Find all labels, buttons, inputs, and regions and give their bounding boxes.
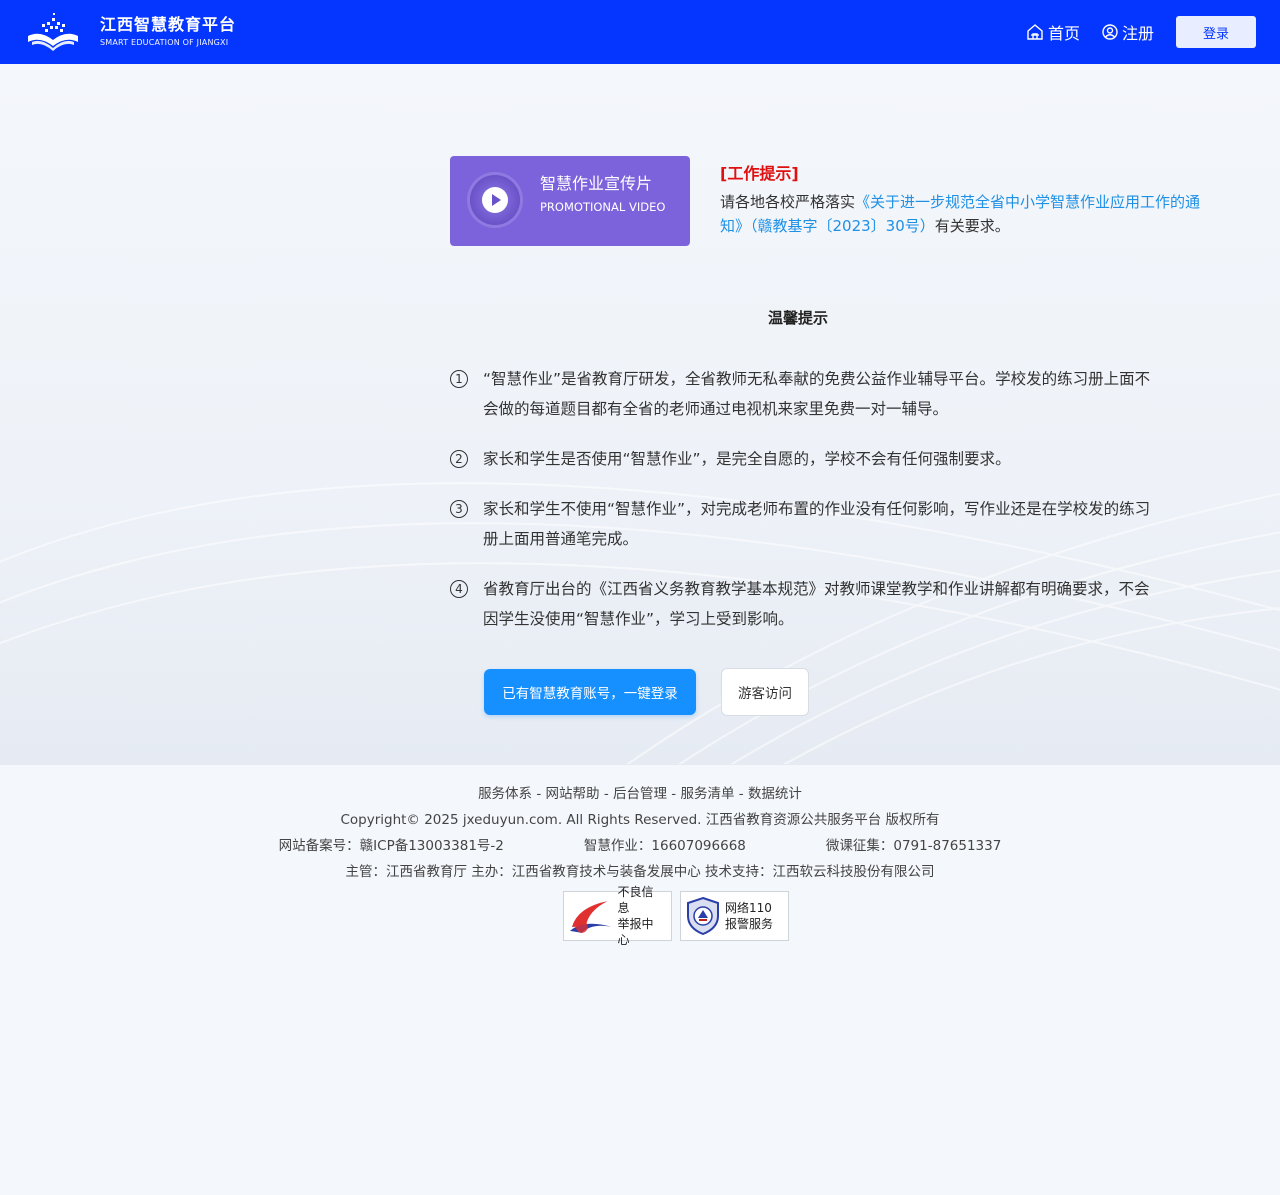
tips-heading: 温馨提示 [706,307,891,328]
badges: 不良信息 举报中心 网络110 报警服务 [563,885,797,947]
badge2-line1: 网络110 [725,901,772,915]
top-navbar: 江西智慧教育平台 SMART EDUCATION OF JIANGXI 首页 注… [0,0,1280,64]
tip-text: 省教育厅出台的《江西省义务教育教学基本规范》对教师课堂教学和作业讲解都有明确要求… [483,580,1150,628]
notice-prefix: 请各地各校严格落实 [720,193,856,211]
icp-number[interactable]: 网站备案号：赣ICP备13003381号-2 [279,834,504,854]
nav-register-label: 注册 [1121,24,1154,43]
tip-text: 家长和学生是否使用“智慧作业”，是完全自愿的，学校不会有任何强制要求。 [483,450,1011,468]
main-content: 智慧作业宣传片 PROMOTIONAL VIDEO [工作提示] 请各地各校严格… [0,64,1280,764]
footer-link-service-system[interactable]: 服务体系 [478,786,532,802]
nav-home-label: 首页 [1047,24,1080,43]
promo-video-card[interactable]: 智慧作业宣传片 PROMOTIONAL VIDEO [450,156,690,246]
open-book-logo-icon [28,13,78,51]
footer: 服务体系 - 网站帮助 - 后台管理 - 服务清单 - 数据统计 Copyrig… [0,764,1280,1195]
circled-number: 1 [450,370,468,388]
homework-phone: 智慧作业：16607096668 [583,838,746,854]
tips-heading-label: 温馨提示 [768,309,829,327]
police-shield-icon [687,896,719,936]
footer-link-separator: - [599,786,613,802]
footer-link-help[interactable]: 网站帮助 [546,786,600,802]
copyright: Copyright© 2025 jxeduyun.com. All Rights… [340,812,940,828]
user-icon [1102,24,1118,40]
home-icon [1027,24,1043,40]
police-110-badge[interactable]: 网络110 报警服务 [680,891,789,941]
logo[interactable]: 江西智慧教育平台 SMART EDUCATION OF JIANGXI [26,12,236,52]
circled-number: 4 [450,580,468,598]
nav-register[interactable]: 注册 [1102,20,1154,44]
guest-visit-button[interactable]: 游客访问 [721,668,809,716]
badge1-line2: 举报中心 [617,917,654,947]
badge2-line2: 报警服务 [725,917,774,931]
login-button[interactable]: 登录 [1176,16,1256,48]
list-item: 4 省教育厅出台的《江西省义务教育教学基本规范》对教师课堂教学和作业讲解都有明确… [450,574,1160,634]
bad-info-report-badge[interactable]: 不良信息 举报中心 [563,885,672,947]
tip-text: 家长和学生不使用“智慧作业”，对完成老师布置的作业没有任何影响，写作业还是在学校… [483,500,1151,548]
footer-link-separator: - [667,786,681,802]
list-item: 2 家长和学生是否使用“智慧作业”，是完全自愿的，学校不会有任何强制要求。 [450,444,1160,474]
dashes-left-icon [706,311,758,326]
one-click-login-button[interactable]: 已有智慧教育账号，一键登录 [484,669,696,715]
footer-contact-row: 网站备案号：赣ICP备13003381号-2 智慧作业：16607096668 微课… [0,834,1280,854]
footer-link-separator: - [734,786,748,802]
footer-link-admin[interactable]: 后台管理 [613,786,667,802]
footer-link-service-list[interactable]: 服务清单 [680,786,734,802]
badge1-line1: 不良信息 [617,885,654,915]
logo-subtitle: SMART EDUCATION OF JIANGXI [100,38,229,47]
footer-link-statistics[interactable]: 数据统计 [748,786,802,802]
circled-number: 3 [450,500,468,518]
footer-links: 服务体系 - 网站帮助 - 后台管理 - 服务清单 - 数据统计 [0,782,1280,802]
dashes-right-icon [838,311,891,326]
sponsors: 主管：江西省教育厅 主办：江西省教育技术与装备发展中心 技术支持：江西软云科技股… [345,864,935,880]
notice-body: 请各地各校严格落实《关于进一步规范全省中小学智慧作业应用工作的通知》（赣教基字〔… [720,190,1210,238]
nav-home[interactable]: 首页 [1026,20,1080,44]
list-item: 3 家长和学生不使用“智慧作业”，对完成老师布置的作业没有任何影响，写作业还是在… [450,494,1160,554]
report-center-logo-icon [569,901,612,933]
microlesson-phone: 微课征集：0791-87651337 [825,838,1002,854]
logo-title: 江西智慧教育平台 [100,15,237,34]
notice-suffix: 有关要求。 [934,217,1010,235]
circled-number: 2 [450,450,468,468]
video-subtitle: PROMOTIONAL VIDEO [540,200,666,214]
list-item: 1 “智慧作业”是省教育厅研发，全省教师无私奉献的免费公益作业辅导平台。学校发的… [450,364,1160,424]
tips-list: 1 “智慧作业”是省教育厅研发，全省教师无私奉献的免费公益作业辅导平台。学校发的… [450,364,1160,654]
footer-link-separator: - [532,786,546,802]
play-icon [470,175,520,225]
video-title: 智慧作业宣传片 [540,174,653,193]
tip-text: “智慧作业”是省教育厅研发，全省教师无私奉献的免费公益作业辅导平台。学校发的练习… [483,370,1151,418]
notice-title: [工作提示] [720,164,799,183]
